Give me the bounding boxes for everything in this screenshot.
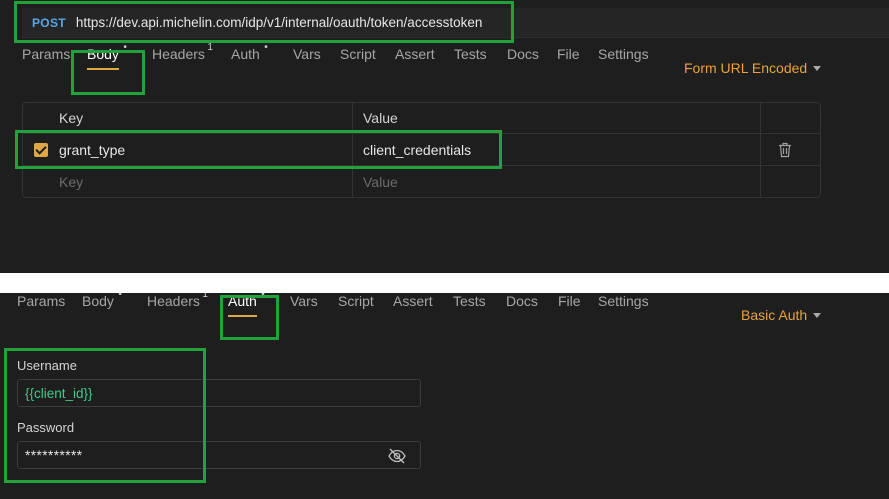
username-input[interactable]: {{client_id}} [17,379,421,407]
tab-headers[interactable]: Headers 1 [147,293,208,315]
body-mode-dropdown[interactable]: Form URL Encoded [684,60,822,76]
new-param-row: Key Value [23,166,820,197]
form-params-table: Key Value grant_type client_credentials … [22,102,821,198]
tab-body[interactable]: Body • [82,293,122,315]
eye-off-icon[interactable] [388,448,406,464]
tab-script[interactable]: Script [340,40,376,68]
active-tab-underline [228,315,257,317]
tab-vars[interactable]: Vars [290,293,318,315]
auth-mode-dropdown[interactable]: Basic Auth [741,307,822,323]
tab-headers[interactable]: Headers 1 [152,40,213,68]
column-header-key: Key [59,110,84,126]
password-value: ********** [25,447,83,463]
active-tab-underline [87,68,119,70]
tab-settings[interactable]: Settings [598,293,649,315]
param-value[interactable]: client_credentials [363,134,471,165]
http-method[interactable]: POST [32,16,66,30]
table-row: grant_type client_credentials [23,134,820,165]
auth-tab-panel: Params Body • Headers 1 Auth • Vars Script … [0,293,889,499]
body-tab-panel: POST https://dev.api.michelin.com/idp/v1… [0,0,889,273]
param-key[interactable]: grant_type [59,134,125,165]
tab-file[interactable]: File [557,40,580,68]
table-header-row: Key Value [23,103,820,133]
trash-icon[interactable] [778,142,792,158]
new-value-input[interactable]: Value [363,166,398,197]
tab-params[interactable]: Params [17,293,65,315]
caret-down-icon [813,312,822,318]
column-header-value: Value [363,110,398,126]
tab-auth[interactable]: Auth • [231,40,268,68]
tab-file[interactable]: File [558,293,581,315]
tab-tests[interactable]: Tests [454,40,487,68]
password-input[interactable]: ********** [17,441,421,469]
tab-params[interactable]: Params [22,40,70,68]
request-url[interactable]: https://dev.api.michelin.com/idp/v1/inte… [76,15,482,30]
tab-docs[interactable]: Docs [506,293,538,315]
tab-script[interactable]: Script [338,293,374,315]
tab-assert[interactable]: Assert [393,293,433,315]
tab-settings[interactable]: Settings [598,40,649,68]
password-label: Password [17,420,75,435]
url-bar[interactable]: POST https://dev.api.michelin.com/idp/v1… [22,8,889,38]
tab-docs[interactable]: Docs [507,40,539,68]
new-key-input[interactable]: Key [59,166,83,197]
tab-assert[interactable]: Assert [395,40,435,68]
tab-auth[interactable]: Auth • [228,293,265,317]
tab-body[interactable]: Body • [87,40,127,70]
tab-vars[interactable]: Vars [293,40,321,68]
row-enabled-checkbox[interactable] [34,142,48,157]
username-label: Username [17,358,77,373]
caret-down-icon [813,65,822,71]
tab-tests[interactable]: Tests [453,293,486,315]
